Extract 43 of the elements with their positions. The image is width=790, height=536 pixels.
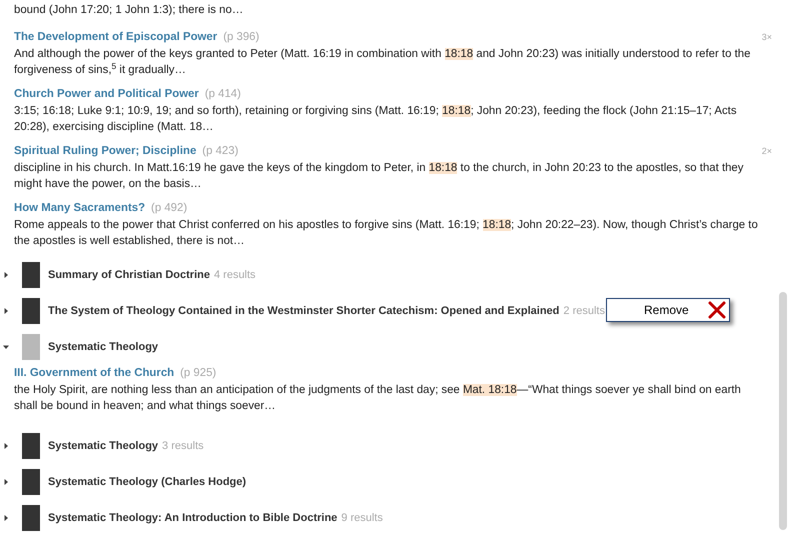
snippet-text: bound (John 17:20; 1 John 1:3); there is no…	[14, 3, 244, 18]
hit-title-link[interactable]: III. Government of the Church	[14, 365, 174, 382]
book-cover-placeholder	[22, 433, 40, 459]
result-count: 3 results	[162, 438, 204, 454]
snippet-text: 3:15; 16:18; Luke 9:1; 10:9, 19; and so forth), retaining or forgiving sins (Matt. 16:19; 18:18; John 20:23), feeding the flock (John 21:15–17; Acts 20:28), exercising discipline (Matt. 18…	[14, 104, 738, 135]
result-count: 4 results	[214, 268, 256, 283]
snippet-text: discipline in his church. In Matt.16:19 he gave the keys of the kingdom to Peter, in 18:18 to the church, in John 20:23 to the apostles, so that they might have the power, on the basis…	[14, 161, 744, 192]
page-reference: (p 492)	[151, 201, 188, 216]
book-title[interactable]: Systematic Theology	[48, 338, 158, 356]
page-reference: (p 396)	[223, 30, 260, 45]
hit-title-link[interactable]: Church Power and Political Power	[14, 86, 199, 103]
snippet-text: the Holy Spirit, are nothing less than an anticipation of the judgments of the last day; see Mat. 18:18—“What things soever ye shall bind on earth shall be bound in heaven; and what things soever…	[14, 383, 742, 414]
hit-count: 2×	[762, 145, 772, 158]
book-cover-placeholder	[22, 505, 40, 531]
book-title[interactable]: Systematic Theology (Charles Hodge)	[48, 474, 246, 490]
scrollbar-thumb[interactable]	[779, 292, 787, 530]
page-reference: (p 925)	[180, 366, 216, 381]
expand-arrow-icon[interactable]	[2, 442, 10, 450]
hit-title-link[interactable]: Spiritual Ruling Power; Discipline	[14, 143, 196, 160]
snippet-text: And although the power of the keys granted to Peter (Matt. 16:19 in combination with 18:18 and John 20:23) was initially understood to refer to the forgiveness of sins,$^{5}$ it gradually…	[14, 47, 752, 78]
book-title[interactable]: Systematic Theology: An Introduction to Bible Doctrine	[48, 510, 338, 526]
book-title[interactable]: Systematic Theology	[48, 438, 158, 454]
result-count: 2 results	[563, 304, 605, 319]
expand-arrow-icon[interactable]	[2, 514, 10, 522]
remove-button[interactable]: Remove	[606, 298, 730, 322]
hit-count: 3×	[762, 31, 772, 44]
book-title[interactable]: The System of Theology Contained in the Westminster Shorter Catechism: Opened and Explained	[48, 302, 560, 320]
result-count: 9 results	[341, 510, 383, 526]
book-cover-placeholder	[22, 469, 40, 495]
page-reference: (p 414)	[204, 87, 241, 102]
collapse-arrow-icon[interactable]	[2, 343, 10, 351]
hit-title-link[interactable]: How Many Sacraments?	[14, 200, 146, 217]
hit-title-link[interactable]: The Development of Episcopal Power	[14, 29, 218, 46]
book-title[interactable]: Summary of Christian Doctrine	[48, 266, 210, 284]
book-cover-placeholder	[22, 298, 40, 324]
book-cover-placeholder	[22, 262, 40, 288]
expand-arrow-icon[interactable]	[2, 478, 10, 486]
close-icon	[708, 301, 726, 319]
snippet-text: Rome appeals to the power that Christ conferred on his apostles to forgive sins (Matt. 16:19; 18:18; John 20:22–23). Now, though Christ’s charge to the apostles is well established, there is not…	[14, 218, 759, 249]
book-cover-placeholder	[22, 334, 40, 360]
expand-arrow-icon[interactable]	[2, 307, 10, 315]
expand-arrow-icon[interactable]	[2, 271, 10, 279]
page-reference: (p 423)	[202, 144, 238, 159]
